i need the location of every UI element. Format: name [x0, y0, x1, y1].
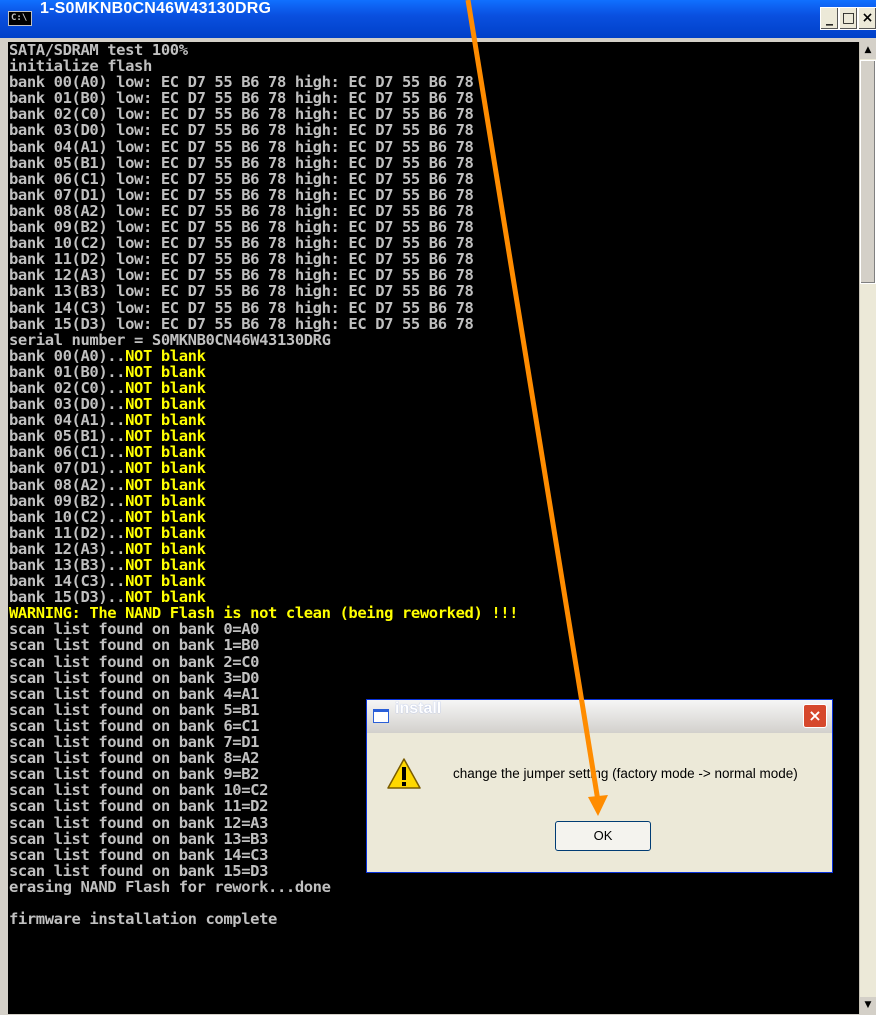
maximize-button[interactable]: □	[839, 7, 858, 30]
dialog-title: install	[395, 700, 442, 717]
warning-icon	[387, 758, 421, 789]
dialog-close-button[interactable]: ×	[803, 704, 827, 728]
ok-button[interactable]: OK	[555, 821, 651, 851]
console-title-bar[interactable]: C:\ 1-S0MKNB0CN46W43130DRG _ □ ×	[0, 0, 876, 38]
scroll-thumb[interactable]	[860, 60, 876, 284]
dialog-title-bar[interactable]: install ×	[367, 700, 832, 733]
window-icon	[373, 709, 389, 723]
close-button[interactable]: ×	[858, 7, 876, 30]
command-prompt-icon[interactable]: C:\	[8, 11, 32, 26]
install-dialog: install × change the jumper setting (fac…	[366, 699, 833, 873]
console-line-text: erasing NAND Flash for rework...done	[9, 877, 331, 896]
scroll-down-arrow-icon[interactable]: ▼	[860, 997, 876, 1014]
console-line-text: firmware installation complete	[9, 910, 277, 929]
vertical-scrollbar[interactable]: ▲ ▼	[859, 42, 876, 1014]
console-line: firmware installation complete	[9, 910, 277, 928]
scroll-up-arrow-icon[interactable]: ▲	[860, 42, 876, 59]
minimize-button[interactable]: _	[820, 7, 839, 30]
window-title: 1-S0MKNB0CN46W43130DRG	[40, 0, 272, 17]
console-line: erasing NAND Flash for rework...done	[9, 878, 331, 896]
dialog-message: change the jumper setting (factory mode …	[453, 766, 798, 781]
